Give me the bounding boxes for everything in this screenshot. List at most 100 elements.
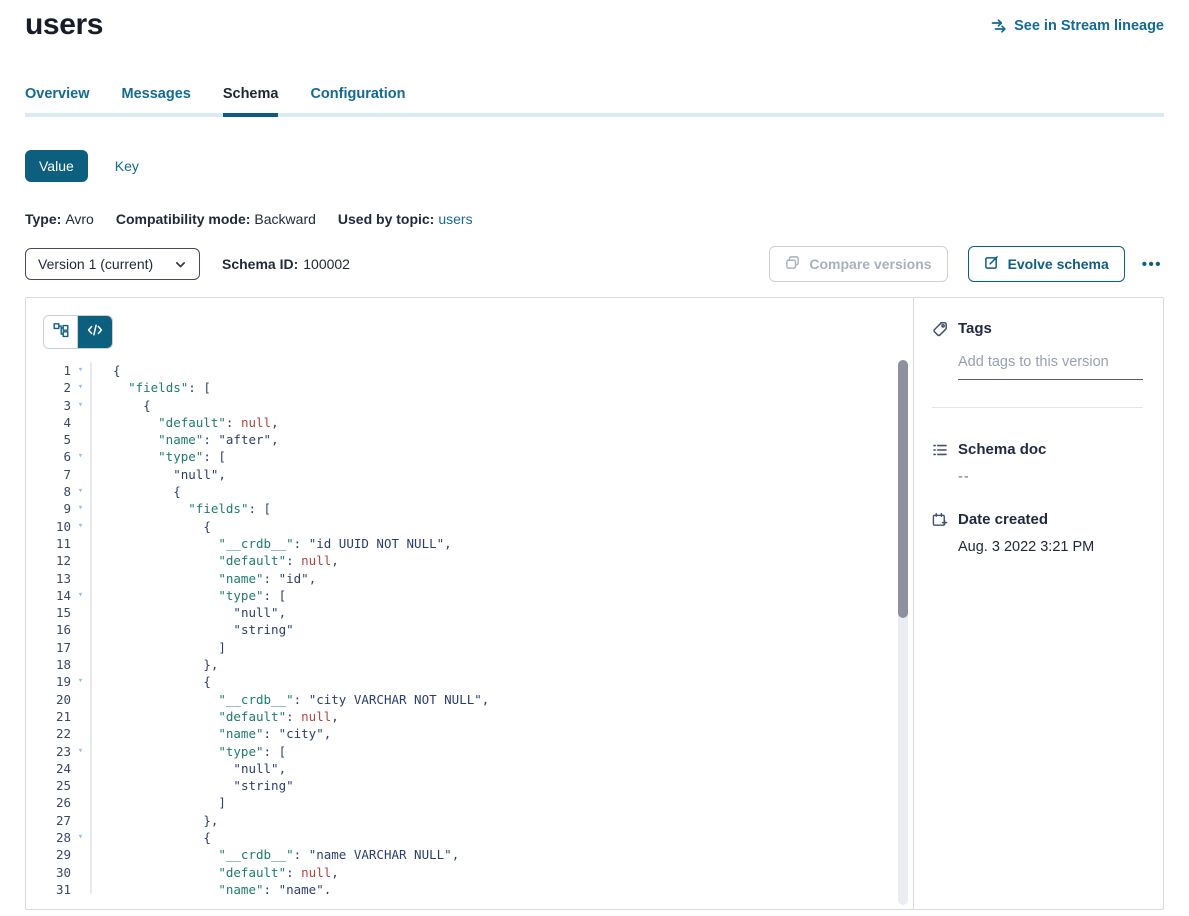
date-created-heading: Date created xyxy=(932,511,1143,528)
collapse-arrow-placeholder xyxy=(71,414,90,431)
schema-panel: 1▾{2▾ "fields": [3▾ {4 "default": null,5… xyxy=(25,297,1164,910)
collapse-arrow-icon[interactable]: ▾ xyxy=(71,483,90,500)
code-line: 24 "null", xyxy=(43,760,913,777)
line-number: 31 xyxy=(43,881,71,894)
list-icon xyxy=(932,442,948,458)
code-line: 4 "default": null, xyxy=(43,414,913,431)
code-line: 14▾ "type": [ xyxy=(43,587,913,604)
code-line: 7 "null", xyxy=(43,466,913,483)
collapse-arrow-icon[interactable]: ▾ xyxy=(71,673,90,690)
line-number: 20 xyxy=(43,691,71,708)
schema-sidebar: Tags Schema doc -- xyxy=(913,298,1163,909)
date-created-value: Aug. 3 2022 3:21 PM xyxy=(958,539,1143,555)
code-line: 11 "__crdb__": "id UUID NOT NULL", xyxy=(43,535,913,552)
tree-view-icon xyxy=(53,322,69,343)
code-text: "type": [ xyxy=(90,743,913,760)
type-label: Type: xyxy=(25,211,61,227)
version-select[interactable]: Version 1 (current) xyxy=(25,248,200,280)
code-line: 13 "name": "id", xyxy=(43,570,913,587)
tags-input[interactable] xyxy=(958,352,1143,380)
schema-doc-value: -- xyxy=(958,469,1143,485)
collapse-arrow-icon[interactable]: ▾ xyxy=(71,587,90,604)
collapse-arrow-placeholder xyxy=(71,604,90,621)
code-line: 22 "name": "city", xyxy=(43,725,913,742)
stream-lineage-icon xyxy=(991,18,1007,34)
line-number: 25 xyxy=(43,777,71,794)
collapse-arrow-placeholder xyxy=(71,812,90,829)
code-text: "__crdb__": "city VARCHAR NOT NULL", xyxy=(90,691,913,708)
code-text: { xyxy=(90,673,913,690)
code-text: { xyxy=(90,829,913,846)
topic-link[interactable]: users xyxy=(438,211,472,227)
line-number: 13 xyxy=(43,570,71,587)
code-line: 23▾ "type": [ xyxy=(43,743,913,760)
collapse-arrow-placeholder xyxy=(71,864,90,881)
collapse-arrow-icon[interactable]: ▾ xyxy=(71,379,90,396)
code-text: "fields": [ xyxy=(90,500,913,517)
collapse-arrow-placeholder xyxy=(71,760,90,777)
tab-bar: Overview Messages Schema Configuration xyxy=(25,86,1164,117)
compare-versions-button[interactable]: Compare versions xyxy=(769,246,947,282)
collapse-arrow-icon[interactable]: ▾ xyxy=(71,518,90,535)
editor-view-toggle xyxy=(43,315,113,349)
schema-id-value: 100002 xyxy=(303,256,350,272)
key-toggle-button[interactable]: Key xyxy=(115,158,139,174)
chevron-down-icon xyxy=(174,258,187,271)
collapse-arrow-placeholder xyxy=(71,881,90,894)
code-text: }, xyxy=(90,656,913,673)
code-view-icon xyxy=(87,322,103,343)
schema-code-editor: 1▾{2▾ "fields": [3▾ {4 "default": null,5… xyxy=(43,362,913,894)
line-number: 14 xyxy=(43,587,71,604)
evolve-schema-button[interactable]: Evolve schema xyxy=(968,246,1125,282)
compatibility-label: Compatibility mode: xyxy=(116,211,251,227)
line-number: 18 xyxy=(43,656,71,673)
calendar-plus-icon xyxy=(932,512,948,528)
edit-icon xyxy=(984,255,999,273)
code-text: "default": null, xyxy=(90,708,913,725)
code-text: { xyxy=(90,483,913,500)
editor-scrollbar[interactable] xyxy=(898,360,908,905)
code-text: "name": "id", xyxy=(90,570,913,587)
collapse-arrow-icon[interactable]: ▾ xyxy=(71,743,90,760)
value-toggle-button[interactable]: Value xyxy=(25,150,88,182)
tab-schema[interactable]: Schema xyxy=(223,86,279,117)
code-line: 12 "default": null, xyxy=(43,552,913,569)
line-number: 23 xyxy=(43,743,71,760)
code-view-button[interactable] xyxy=(78,316,112,348)
code-text: "name": "name", xyxy=(90,881,913,894)
see-in-stream-lineage-link[interactable]: See in Stream lineage xyxy=(991,18,1164,34)
compare-versions-label: Compare versions xyxy=(809,256,931,272)
tree-view-button[interactable] xyxy=(44,316,78,348)
line-number: 16 xyxy=(43,621,71,638)
code-text: "name": "after", xyxy=(90,431,913,448)
line-number: 29 xyxy=(43,846,71,863)
code-text: "default": null, xyxy=(90,414,913,431)
collapse-arrow-icon[interactable]: ▾ xyxy=(71,362,90,379)
code-text: ] xyxy=(90,639,913,656)
line-number: 9 xyxy=(43,500,71,517)
collapse-arrow-icon[interactable]: ▾ xyxy=(71,448,90,465)
line-number: 26 xyxy=(43,794,71,811)
more-options-button[interactable]: ••• xyxy=(1140,253,1164,276)
line-number: 6 xyxy=(43,448,71,465)
collapse-arrow-icon[interactable]: ▾ xyxy=(71,500,90,517)
line-number: 1 xyxy=(43,362,71,379)
line-number: 12 xyxy=(43,552,71,569)
code-text: "string" xyxy=(90,777,913,794)
sidebar-divider xyxy=(932,407,1143,408)
scrollbar-thumb[interactable] xyxy=(898,360,908,618)
tag-icon xyxy=(932,321,948,337)
line-number: 21 xyxy=(43,708,71,725)
line-number: 30 xyxy=(43,864,71,881)
schema-meta-row: Type:Avro Compatibility mode:Backward Us… xyxy=(25,211,1164,227)
code-text: "name": "city", xyxy=(90,725,913,742)
line-number: 24 xyxy=(43,760,71,777)
collapse-arrow-icon[interactable]: ▾ xyxy=(71,829,90,846)
collapse-arrow-icon[interactable]: ▾ xyxy=(71,397,90,414)
code-line: 8▾ { xyxy=(43,483,913,500)
code-lines: 1▾{2▾ "fields": [3▾ {4 "default": null,5… xyxy=(43,362,913,894)
tags-section: Tags xyxy=(932,320,1143,408)
code-text: "null", xyxy=(90,604,913,621)
version-select-value: Version 1 (current) xyxy=(38,256,153,272)
code-text: ] xyxy=(90,794,913,811)
